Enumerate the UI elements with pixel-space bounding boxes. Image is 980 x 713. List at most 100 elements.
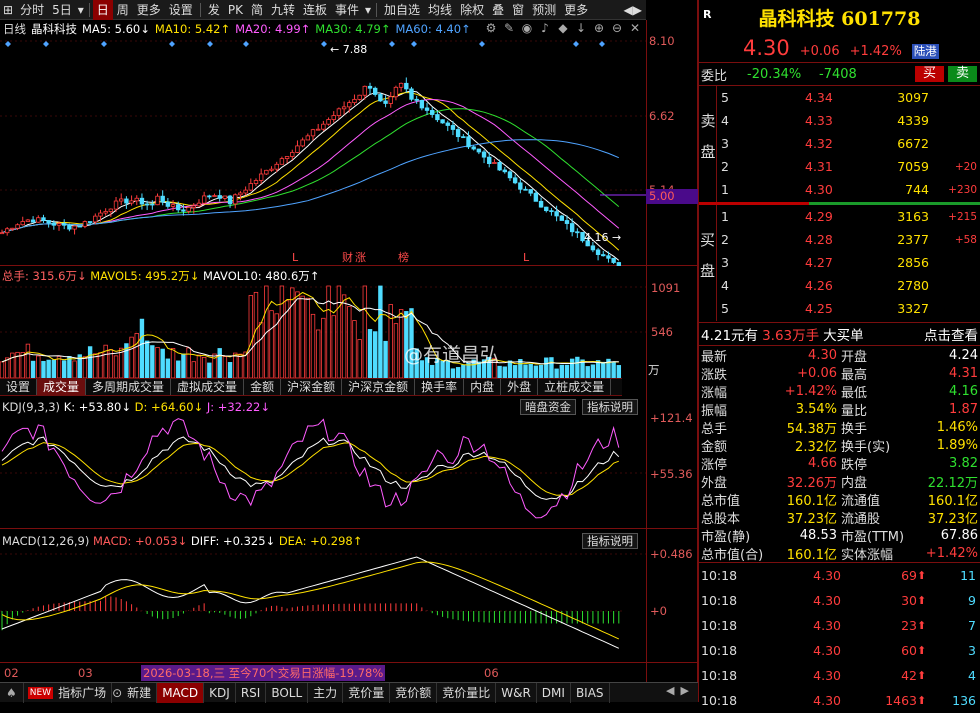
- indicator-4[interactable]: RSI: [236, 682, 267, 703]
- toolbar-item[interactable]: 更多: [133, 0, 165, 20]
- dark-fund-button[interactable]: 暗盘资金: [520, 399, 576, 415]
- toolbar-item[interactable]: 窗: [508, 0, 528, 20]
- quote-row: 总市值 160.1亿 流通值 160.1亿: [699, 490, 980, 509]
- toolbar-item[interactable]: 发: [204, 0, 224, 20]
- macd-help-button[interactable]: 指标说明: [582, 533, 638, 549]
- indicator-9[interactable]: 竞价量比: [437, 682, 497, 703]
- indicator-12[interactable]: BIAS: [571, 682, 610, 703]
- tab-4[interactable]: 金额: [244, 379, 282, 395]
- indicator-3[interactable]: KDJ: [204, 682, 236, 703]
- toolbar-item[interactable]: 设置: [165, 0, 197, 20]
- toolbar-item[interactable]: PK: [224, 0, 247, 20]
- buy_book-row[interactable]: 1 4.29 3163 +215: [719, 205, 980, 228]
- ma20-value: MA20: 4.99↑: [235, 22, 311, 36]
- new-badge: NEW: [27, 686, 54, 699]
- price-axis-top: 8.10: [649, 34, 675, 48]
- sell_book-row[interactable]: 1 4.30 744 +230: [719, 178, 980, 201]
- tab-10[interactable]: 立桩成交量: [538, 379, 612, 395]
- big-buy-link[interactable]: 点击查看: [924, 324, 978, 344]
- toolbar-item[interactable]: 均线: [424, 0, 456, 20]
- kdj-chart[interactable]: [0, 415, 646, 528]
- buy-button[interactable]: 买: [915, 66, 945, 82]
- scroll-right-icon[interactable]: ▶: [680, 684, 688, 697]
- tab-3[interactable]: 虚拟成交量: [171, 379, 245, 395]
- app-logo-icon[interactable]: ♠: [0, 682, 24, 703]
- toolbar-item[interactable]: 5日: [48, 0, 76, 20]
- tab-1[interactable]: 成交量: [37, 379, 87, 395]
- zoom-out-icon[interactable]: ⊖: [608, 21, 626, 35]
- down-arrow-icon[interactable]: ↓: [572, 21, 590, 35]
- toolbar-item[interactable]: 叠: [488, 0, 508, 20]
- new-indicator-icon: ⊙: [112, 685, 123, 700]
- sell-button[interactable]: 卖: [948, 66, 978, 82]
- toolbar-item[interactable]: 预测: [528, 0, 560, 20]
- sell_book-row[interactable]: 2 4.31 7059 +20: [719, 155, 980, 178]
- sell_book-row[interactable]: 5 4.34 3097: [719, 86, 980, 109]
- toolbar-item[interactable]: 除权: [456, 0, 488, 20]
- kdj-help-button[interactable]: 指标说明: [582, 399, 638, 415]
- quote-value: 1.46%: [936, 419, 978, 435]
- scroll-left-icon[interactable]: ◀: [666, 684, 674, 697]
- indicator-11[interactable]: DMI: [537, 682, 571, 703]
- buy_book-row[interactable]: 4 4.26 2780: [719, 274, 980, 297]
- tab-0[interactable]: 设置: [0, 379, 38, 395]
- tick-count: 7: [968, 618, 976, 633]
- toolbar-item[interactable]: 日: [92, 0, 113, 20]
- indicator-10[interactable]: W&R: [496, 682, 537, 703]
- indicator-0[interactable]: 指标广场: [53, 682, 113, 703]
- tab-5[interactable]: 沪深金额: [281, 379, 343, 395]
- stock-title: 晶科科技 601778: [758, 8, 921, 30]
- toolbar-item[interactable]: 分时: [16, 0, 48, 20]
- macd-chart[interactable]: [0, 549, 646, 662]
- tab-6[interactable]: 沪深京金额: [342, 379, 416, 395]
- buy_book-row[interactable]: 2 4.28 2377 +58: [719, 228, 980, 251]
- toolbar-item[interactable]: 九转: [267, 0, 299, 20]
- volume-chart[interactable]: [0, 282, 646, 378]
- buy_book-row[interactable]: 5 4.25 3327: [719, 297, 980, 320]
- eye-icon[interactable]: ◉: [518, 21, 536, 35]
- indicator-1[interactable]: 新建: [122, 682, 158, 703]
- up-arrow-icon: ⬆: [917, 569, 927, 582]
- svg-text:L: L: [292, 251, 299, 264]
- level: 5: [721, 90, 729, 105]
- gear-icon[interactable]: ⚙: [482, 21, 500, 35]
- grid-icon[interactable]: ⊞: [0, 0, 16, 20]
- toolbar-item[interactable]: 周: [113, 0, 133, 20]
- sell_book-row[interactable]: 4 4.33 4339: [719, 109, 980, 132]
- layout-toggle-icon[interactable]: ◀▶: [620, 0, 646, 20]
- toolbar-item[interactable]: 连板: [299, 0, 331, 20]
- tick-count: 9: [968, 593, 976, 608]
- dropdown-arrow-icon[interactable]: ▾: [76, 0, 86, 20]
- candlestick-chart[interactable]: ← 7.88 4.16 → L 财涨 榜 L: [0, 38, 646, 266]
- volume: 3163: [897, 209, 929, 224]
- sell_book-row[interactable]: 3 4.32 6672: [719, 132, 980, 155]
- tab-7[interactable]: 换手率: [415, 379, 465, 395]
- toolbar-item[interactable]: 事件: [331, 0, 363, 20]
- toolbar-item[interactable]: 加自选: [380, 0, 424, 20]
- tick-price: 4.30: [813, 618, 841, 633]
- diamond-icon[interactable]: ◆: [554, 21, 572, 35]
- price: 4.32: [805, 136, 833, 151]
- indicator-6[interactable]: 主力: [308, 682, 344, 703]
- dropdown-arrow-icon[interactable]: ▾: [363, 0, 373, 20]
- indicator-8[interactable]: 竞价额: [390, 682, 438, 703]
- quote-value: +0.06: [797, 365, 837, 381]
- tab-9[interactable]: 外盘: [501, 379, 539, 395]
- bell-icon[interactable]: ♪: [536, 21, 554, 35]
- indicator-5[interactable]: BOLL: [266, 682, 309, 703]
- quote-label: 流通值: [841, 493, 881, 509]
- close-icon[interactable]: ✕: [626, 21, 644, 35]
- toolbar-item[interactable]: 更多: [560, 0, 592, 20]
- zoom-in-icon[interactable]: ⊕: [590, 21, 608, 35]
- weibi-diff: -7408: [819, 66, 857, 82]
- pen-icon[interactable]: ✎: [500, 21, 518, 35]
- tab-2[interactable]: 多周期成交量: [86, 379, 172, 395]
- toolbar-item[interactable]: 简: [247, 0, 267, 20]
- buy_book-row[interactable]: 3 4.27 2856: [719, 251, 980, 274]
- indicator-2[interactable]: MACD: [157, 682, 205, 703]
- indicator-7[interactable]: 竞价量: [343, 682, 391, 703]
- quote-label: 振幅: [701, 403, 728, 419]
- quote-value: 4.31: [949, 365, 978, 381]
- tab-8[interactable]: 内盘: [464, 379, 502, 395]
- tick-time: 10:18: [701, 568, 738, 583]
